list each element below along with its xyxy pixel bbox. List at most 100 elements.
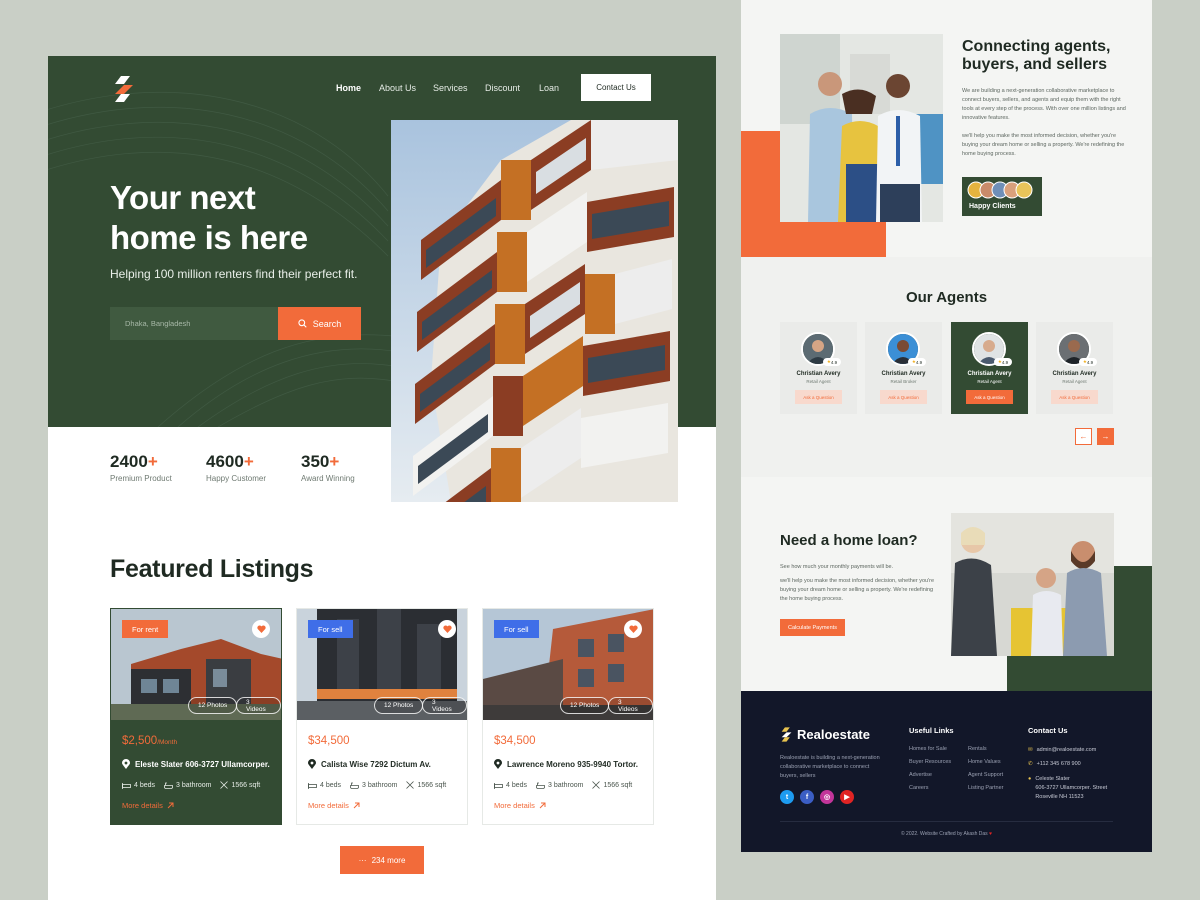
team-photo — [780, 34, 943, 222]
agent-role: Retail Agent — [806, 379, 831, 384]
listing-card[interactable]: For sell 12 Photos 3 Videos $34,500 Cali… — [296, 608, 468, 825]
calculate-payments-button[interactable]: Calculate Payments — [780, 619, 845, 636]
contact-us-button[interactable]: Contact Us — [581, 74, 651, 101]
agent-card[interactable]: ★ 4.9 Christian Avery Retail Agent Ask a … — [1036, 322, 1113, 414]
footer-phone[interactable]: ✆ +112 345 678 900 — [1028, 760, 1081, 769]
ellipsis-icon: ··· — [358, 855, 367, 865]
area-expand-icon — [592, 781, 601, 789]
listing-price: $2,500/Month — [122, 735, 178, 747]
nav-about[interactable]: About Us — [379, 83, 416, 93]
footer-link[interactable]: Homes for Sale — [909, 746, 947, 752]
rating-badge: ★ 4.9 — [823, 358, 841, 366]
address-line: Roseville NH 11523 — [1035, 794, 1084, 800]
videos-count-pill[interactable]: 3 Videos — [236, 697, 281, 714]
footer-link[interactable]: Listing Partner — [968, 785, 1003, 791]
footer-link[interactable]: Home Values — [968, 759, 1001, 765]
stat-happy-customer: 4600+ Happy Customer — [206, 452, 266, 483]
bath-feature: 3 bathroom — [350, 781, 397, 789]
site-footer: Realoestate Realoestate is building a ne… — [741, 691, 1152, 852]
load-more-button[interactable]: ··· 234 more — [340, 846, 424, 874]
location-pin-icon — [494, 759, 502, 769]
favorite-heart-icon[interactable] — [438, 620, 456, 638]
agent-name: Christian Avery — [1052, 371, 1097, 377]
footer-description: Realoestate is building a next-generatio… — [780, 755, 880, 779]
connect-paragraph-1: We are building a next-generation collab… — [962, 88, 1126, 121]
stat-label: Award Winning — [301, 474, 355, 483]
nav-loan[interactable]: Loan — [539, 83, 559, 93]
agent-card[interactable]: ★ 4.9 Christian Avery Retail Broker Ask a… — [865, 322, 942, 414]
prev-arrow-icon[interactable]: ← — [1075, 428, 1092, 445]
stat-number: 4600+ — [206, 452, 254, 471]
footer-link[interactable]: Agent Support — [968, 772, 1003, 778]
hero-title-line-2: home is here — [110, 219, 308, 256]
nav-home[interactable]: Home — [336, 83, 361, 93]
favorite-heart-icon[interactable] — [624, 620, 642, 638]
ask-question-button[interactable]: Ask a Question — [795, 390, 842, 404]
footer-link[interactable]: Advertise — [909, 772, 932, 778]
copyright-text: © 2022. Website Crafted by Akash Das ♥ — [900, 831, 993, 837]
youtube-icon[interactable]: ▶ — [840, 790, 854, 804]
agent-name: Christian Avery — [967, 371, 1012, 377]
listing-price: $34,500 — [308, 735, 350, 747]
listing-badge: For sell — [494, 620, 539, 638]
agent-card[interactable]: ★ 4.9 Christian Avery Retail Agent Ask a … — [780, 322, 857, 414]
stat-award-winning: 350+ Award Winning — [301, 452, 355, 483]
useful-links-title: Useful Links — [909, 726, 954, 735]
footer-brand[interactable]: Realoestate — [780, 727, 870, 742]
arrow-up-right-icon — [539, 802, 546, 809]
more-details-link[interactable]: More details — [494, 801, 546, 810]
photos-count-pill[interactable]: 12 Photos — [560, 697, 610, 714]
videos-count-pill[interactable]: 3 Videos — [422, 697, 467, 714]
listing-card[interactable]: For sell 12 Photos 3 Videos $34,500 Lawr… — [482, 608, 654, 825]
next-arrow-icon[interactable]: → — [1097, 428, 1114, 445]
home-loan-title: Need a home loan? — [780, 532, 918, 549]
facebook-icon[interactable]: f — [800, 790, 814, 804]
footer-divider — [780, 821, 1113, 822]
videos-count-pill[interactable]: 3 Videos — [608, 697, 653, 714]
agent-card[interactable]: ★ 4.9 Christian Avery Retail Agent Ask a … — [951, 322, 1028, 414]
nav-discount[interactable]: Discount — [485, 83, 520, 93]
footer-link[interactable]: Careers — [909, 785, 929, 791]
listing-features: 4 beds 3 bathroom 1566 sqft — [494, 781, 632, 789]
instagram-icon[interactable]: ◎ — [820, 790, 834, 804]
nav-services[interactable]: Services — [433, 83, 468, 93]
ask-question-button[interactable]: Ask a Question — [880, 390, 927, 404]
footer-address: ● Celeste Slater 606-3727 Ullamcorper. S… — [1028, 775, 1107, 802]
agent-name: Christian Avery — [881, 371, 926, 377]
loan-paragraph-2: we'll help you make the most informed de… — [780, 578, 935, 602]
arrow-up-right-icon — [353, 802, 360, 809]
more-details-link[interactable]: More details — [308, 801, 360, 810]
photos-count-pill[interactable]: 12 Photos — [188, 697, 238, 714]
contact-us-title: Contact Us — [1028, 726, 1068, 735]
hero-building-image — [391, 120, 678, 502]
brand-logo-icon[interactable] — [112, 76, 134, 102]
loan-paragraph-1: See how much your monthly payments will … — [780, 564, 894, 570]
footer-link[interactable]: Buyer Resources — [909, 759, 951, 765]
stat-label: Happy Customer — [206, 474, 267, 483]
connect-paragraph-2: we'll help you make the most informed de… — [962, 133, 1125, 157]
hero-title: Your next home is here — [110, 178, 410, 258]
listing-address: Lawrence Moreno 935-9940 Tortor. — [494, 759, 638, 769]
photos-count-pill[interactable]: 12 Photos — [374, 697, 424, 714]
twitter-icon[interactable]: t — [780, 790, 794, 804]
loan-meeting-photo — [951, 513, 1114, 656]
search-button[interactable]: Search — [278, 307, 361, 340]
footer-link[interactable]: Rentals — [968, 746, 987, 752]
ask-question-button[interactable]: Ask a Question — [1051, 390, 1098, 404]
footer-email[interactable]: ✉ admin@realoestate.com — [1028, 746, 1096, 755]
connect-section-title: Connecting agents, buyers, and sellers — [962, 38, 1111, 73]
more-details-link[interactable]: More details — [122, 801, 174, 810]
secondary-page: Connecting agents, buyers, and sellers W… — [741, 0, 1152, 852]
favorite-heart-icon[interactable] — [252, 620, 270, 638]
ask-question-button[interactable]: Ask a Question — [966, 390, 1013, 404]
listing-address: Calista Wise 7292 Dictum Av. — [308, 759, 431, 769]
area-feature: 1566 sqft — [406, 781, 446, 789]
beds-feature: 4 beds — [122, 781, 155, 789]
rating-badge: ★ 4.9 — [908, 358, 926, 366]
phone-icon: ✆ — [1028, 761, 1033, 767]
listing-card[interactable]: For rent 12 Photos 3 Videos $2,500/Month… — [110, 608, 282, 825]
agent-role: Retail Agent — [977, 379, 1002, 384]
featured-listings-title: Featured Listings — [110, 555, 314, 583]
client-avatars — [967, 181, 1033, 199]
location-search-input[interactable]: Dhaka, Bangladesh — [110, 307, 278, 340]
